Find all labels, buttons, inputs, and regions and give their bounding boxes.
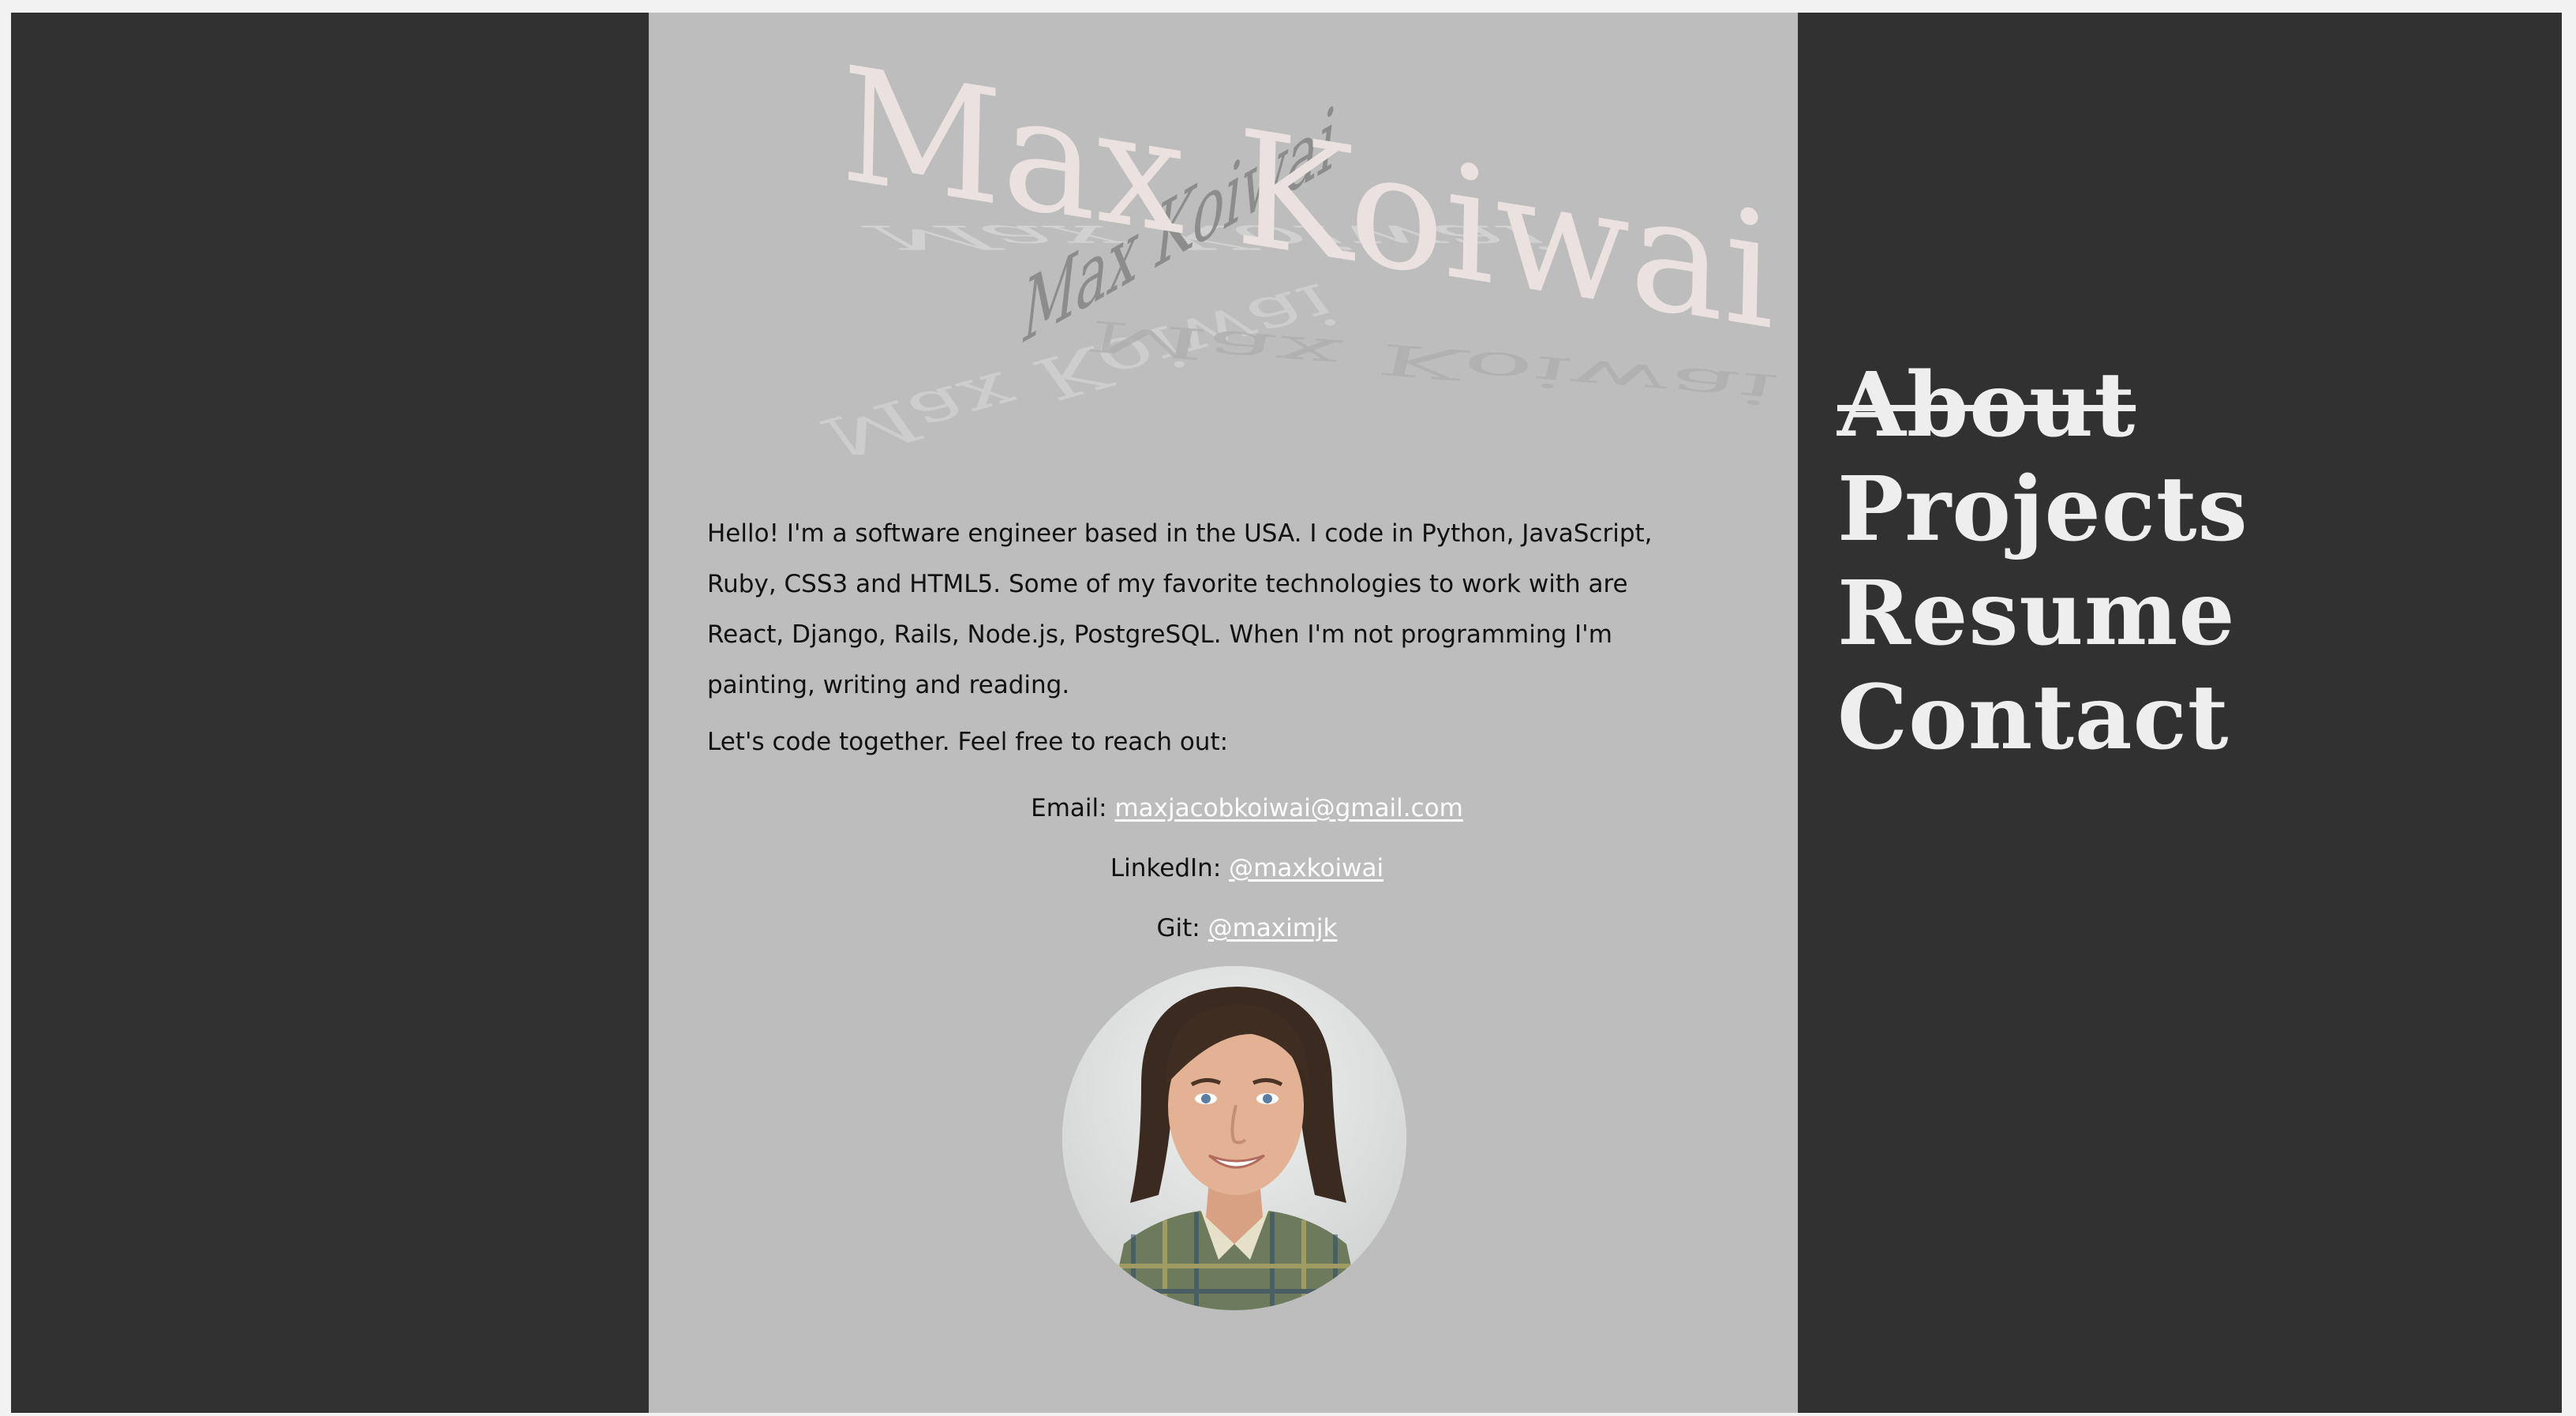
bio-call-to-action: Let's code together. Feel free to reach … <box>707 728 1229 756</box>
nav-contact[interactable]: Contact <box>1837 666 2248 770</box>
bio-intro: Hello! I'm a software engineer based in … <box>707 519 1653 699</box>
git-label: Git: <box>1156 914 1200 942</box>
email-label: Email: <box>1031 794 1107 822</box>
main-nav: About Projects Resume Contact <box>1837 354 2248 770</box>
contact-email-row: Email: maxjacobkoiwai@gmail.com <box>672 792 1798 824</box>
contact-linkedin-row: LinkedIn: @maxkoiwai <box>672 852 1798 884</box>
left-panel <box>11 13 649 1413</box>
git-link[interactable]: @maximjk <box>1208 914 1338 942</box>
nav-projects[interactable]: Projects <box>1837 458 2248 562</box>
content-panel: Max Koiwai Max Koiwai Max Koiwai Max Koi… <box>649 13 1798 1413</box>
email-link[interactable]: maxjacobkoiwai@gmail.com <box>1114 794 1462 822</box>
nav-resume[interactable]: Resume <box>1837 562 2248 666</box>
avatar <box>1062 966 1406 1310</box>
contact-git-row: Git: @maximjk <box>672 912 1798 944</box>
linkedin-label: LinkedIn: <box>1110 854 1222 882</box>
linkedin-link[interactable]: @maxkoiwai <box>1229 854 1383 882</box>
nav-about[interactable]: About <box>1837 354 2248 458</box>
site-logo[interactable]: Max Koiwai Max Koiwai Max Koiwai Max Koi… <box>649 13 1798 455</box>
